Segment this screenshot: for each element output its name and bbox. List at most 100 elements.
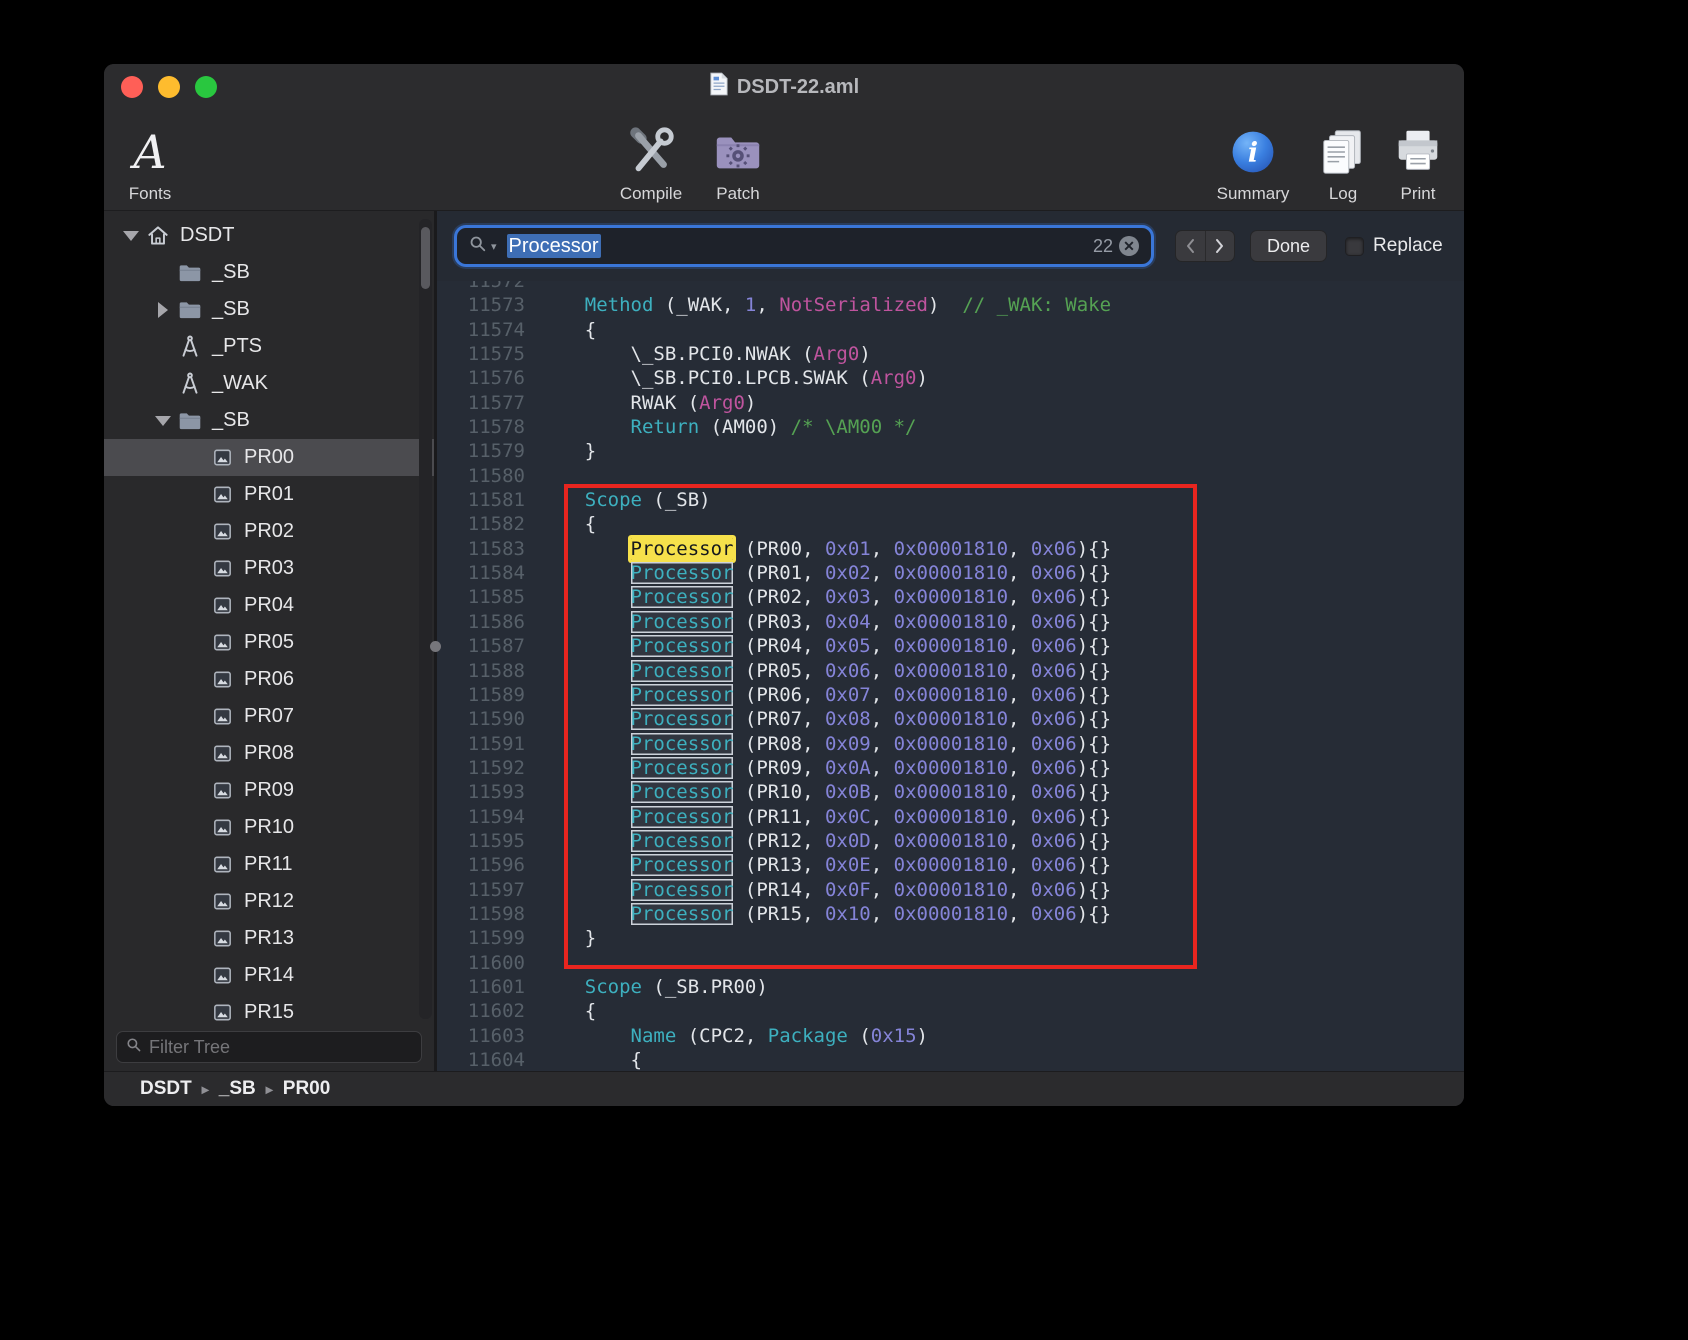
- breadcrumb-item-dsdt[interactable]: DSDT: [140, 1078, 192, 1100]
- main-split: DSDT_SB_SB_PTS_WAK_SBPR00PR01PR02PR03PR0…: [104, 211, 1464, 1071]
- disclosure-right-icon[interactable]: [150, 302, 176, 318]
- find-match[interactable]: Processor: [631, 708, 734, 730]
- line-number: 11594: [437, 805, 525, 829]
- sidebar-item-pr12[interactable]: PR12: [104, 883, 434, 920]
- print-button[interactable]: Print: [1388, 116, 1448, 204]
- disclosure-down-icon[interactable]: [150, 416, 176, 426]
- patch-button[interactable]: Patch: [703, 116, 773, 204]
- close-button[interactable]: [121, 76, 143, 98]
- find-match[interactable]: Processor: [631, 611, 734, 633]
- code-line: 11599 }: [437, 926, 1464, 950]
- house-icon: [144, 223, 172, 249]
- node-icon: [208, 816, 236, 839]
- svg-text:i: i: [1248, 137, 1258, 168]
- next-match-button[interactable]: [1205, 231, 1235, 261]
- screen: DSDT-22.aml A Fonts: [0, 0, 1688, 1340]
- node-icon: [208, 705, 236, 728]
- sidebar-item-pr00[interactable]: PR00: [104, 439, 434, 476]
- sidebar-tree[interactable]: DSDT_SB_SB_PTS_WAK_SBPR00PR01PR02PR03PR0…: [104, 211, 434, 1023]
- code-line: 11594 Processor (PR11, 0x0C, 0x00001810,…: [437, 805, 1464, 829]
- fonts-button[interactable]: A Fonts: [119, 116, 181, 204]
- sidebar-item-pr03[interactable]: PR03: [104, 550, 434, 587]
- find-match[interactable]: Processor: [631, 781, 734, 803]
- find-match[interactable]: Processor: [631, 806, 734, 828]
- find-match[interactable]: Processor: [631, 854, 734, 876]
- node-icon: [208, 668, 236, 691]
- sidebar-item-pr14[interactable]: PR14: [104, 957, 434, 994]
- disclosure-down-icon[interactable]: [118, 231, 144, 241]
- find-match[interactable]: Processor: [631, 903, 734, 925]
- node-icon: [208, 520, 236, 543]
- previous-match-button[interactable]: [1176, 231, 1205, 261]
- find-match[interactable]: Processor: [631, 586, 734, 608]
- code-text: Processor (PR13, 0x0E, 0x00001810, 0x06)…: [539, 853, 1111, 877]
- search-menu-chevron-icon[interactable]: ▾: [491, 240, 497, 253]
- match-count: 22: [1093, 236, 1113, 257]
- sidebar-item-pr05[interactable]: PR05: [104, 624, 434, 661]
- folder-icon: [176, 297, 204, 323]
- code-text: RWAK (Arg0): [539, 391, 756, 415]
- patch-label: Patch: [716, 184, 759, 204]
- find-match[interactable]: Processor: [631, 684, 734, 706]
- window-title: DSDT-22.aml: [709, 72, 859, 102]
- find-match[interactable]: Processor: [631, 830, 734, 852]
- sidebar-item-pr15[interactable]: PR15: [104, 994, 434, 1023]
- sidebar-scrollbar-track[interactable]: [419, 219, 432, 1019]
- sidebar-item-pr11[interactable]: PR11: [104, 846, 434, 883]
- tree-item-label: PR01: [244, 483, 294, 506]
- find-match[interactable]: Processor: [631, 660, 734, 682]
- line-number: 11577: [437, 391, 525, 415]
- code-editor[interactable]: 1157211573 Method (_WAK, 1, NotSerialize…: [437, 281, 1464, 1071]
- summary-button[interactable]: i Summary: [1208, 116, 1298, 204]
- breadcrumb-item-_sb[interactable]: _SB: [219, 1078, 256, 1100]
- compile-button[interactable]: Compile: [609, 116, 693, 204]
- filter-bar: Filter Tree: [104, 1023, 434, 1071]
- sidebar-item-pr04[interactable]: PR04: [104, 587, 434, 624]
- find-match[interactable]: Processor: [631, 757, 734, 779]
- sidebar-item-pr02[interactable]: PR02: [104, 513, 434, 550]
- code-line: 11590 Processor (PR07, 0x08, 0x00001810,…: [437, 707, 1464, 731]
- sidebar-item-pr08[interactable]: PR08: [104, 735, 434, 772]
- find-match[interactable]: Processor: [631, 635, 734, 657]
- log-label: Log: [1329, 184, 1357, 204]
- sidebar-item-_pts[interactable]: _PTS: [104, 328, 434, 365]
- sidebar-item-_sb[interactable]: _SB: [104, 291, 434, 328]
- code-text: Processor (PR08, 0x09, 0x00001810, 0x06)…: [539, 732, 1111, 756]
- minimize-button[interactable]: [158, 76, 180, 98]
- sidebar-item-pr01[interactable]: PR01: [104, 476, 434, 513]
- clear-search-icon[interactable]: ✕: [1119, 236, 1139, 256]
- code-line: 11580: [437, 464, 1464, 488]
- code-text: Processor (PR03, 0x04, 0x00001810, 0x06)…: [539, 610, 1111, 634]
- log-button[interactable]: Log: [1313, 116, 1373, 204]
- sidebar-item-pr06[interactable]: PR06: [104, 661, 434, 698]
- code-line: 11602 {: [437, 999, 1464, 1023]
- zoom-button[interactable]: [195, 76, 217, 98]
- sidebar-item-pr13[interactable]: PR13: [104, 920, 434, 957]
- sidebar-item-pr07[interactable]: PR07: [104, 698, 434, 735]
- find-match[interactable]: Processor: [631, 879, 734, 901]
- summary-label: Summary: [1217, 184, 1290, 204]
- code-text: Processor (PR15, 0x10, 0x00001810, 0x06)…: [539, 902, 1111, 926]
- find-match[interactable]: Processor: [631, 733, 734, 755]
- find-match-current[interactable]: Processor: [631, 538, 734, 560]
- filter-tree-input[interactable]: Filter Tree: [116, 1031, 422, 1063]
- replace-checkbox[interactable]: [1345, 237, 1364, 256]
- replace-label: Replace: [1373, 235, 1443, 257]
- sidebar-item-_wak[interactable]: _WAK: [104, 365, 434, 402]
- done-button[interactable]: Done: [1250, 230, 1327, 262]
- code-text: Processor (PR05, 0x06, 0x00001810, 0x06)…: [539, 659, 1111, 683]
- line-number: 11579: [437, 439, 525, 463]
- sidebar-scrollbar-thumb[interactable]: [421, 227, 430, 289]
- sidebar-item-dsdt[interactable]: DSDT: [104, 217, 434, 254]
- sidebar-item-_sb[interactable]: _SB: [104, 254, 434, 291]
- find-match[interactable]: Processor: [631, 562, 734, 584]
- sidebar-item-pr09[interactable]: PR09: [104, 772, 434, 809]
- breadcrumb-item-pr00[interactable]: PR00: [283, 1078, 331, 1100]
- code-line: 11596 Processor (PR13, 0x0E, 0x00001810,…: [437, 853, 1464, 877]
- sidebar-item-_sb[interactable]: _SB: [104, 402, 434, 439]
- node-icon: [208, 964, 236, 987]
- sidebar-item-pr10[interactable]: PR10: [104, 809, 434, 846]
- tree-item-label: _SB: [212, 298, 250, 321]
- line-number: 11580: [437, 464, 525, 488]
- find-input[interactable]: ▾ Processor 22 ✕: [457, 228, 1151, 264]
